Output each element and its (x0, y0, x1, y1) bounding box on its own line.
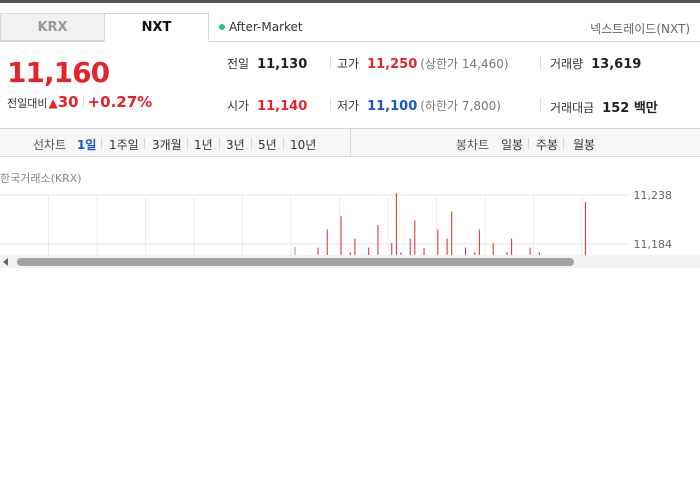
stat-high: 고가 11,250 (상한가 14,460) (337, 55, 509, 72)
period-3m[interactable]: 3개월 (152, 136, 182, 153)
y-tick-label: 11,184 (633, 238, 673, 251)
stat-volume: 거래량 13,619 (550, 55, 641, 72)
period-3y[interactable]: 3년 (226, 136, 245, 153)
stat-label: 거래대금 (550, 101, 595, 115)
period-10y[interactable]: 10년 (290, 136, 316, 153)
stat-prev-close: 전일 11,130 (227, 55, 307, 72)
venue-label: 넥스트레이드(NXT) (590, 22, 690, 36)
stat-value: 152 백만 (602, 101, 658, 116)
line-chart-label: 선차트 (33, 138, 67, 152)
current-price: 11,160 (7, 56, 110, 89)
session-label: After-Market (229, 20, 303, 34)
scrollbar-thumb[interactable] (17, 258, 574, 266)
stat-low: 저가 11,100 (하한가 7,800) (337, 97, 501, 114)
upper-limit: (상한가 14,460) (420, 57, 509, 71)
period-monthly-candle[interactable]: 월봉 (573, 136, 595, 153)
stat-value: 13,619 (591, 57, 642, 72)
period-1d[interactable]: 1일 (77, 136, 96, 153)
period-1w[interactable]: 1주일 (109, 136, 139, 153)
scroll-left-icon[interactable] (3, 258, 8, 266)
stat-value: 11,140 (257, 99, 308, 114)
price-change: 전일대비▲30 +0.27% (7, 93, 152, 111)
status-dot-icon (219, 24, 225, 30)
change-percent: +0.27% (87, 93, 153, 111)
chart-svg (0, 193, 630, 266)
change-label: 전일대비 (7, 97, 48, 110)
y-tick-label: 11,238 (633, 189, 673, 202)
period-1y[interactable]: 1년 (194, 136, 213, 153)
period-5y[interactable]: 5년 (258, 136, 277, 153)
session-indicator: After-Market (219, 20, 303, 34)
stat-value: 11,250 (367, 57, 418, 72)
candle-chart-label: 봉차트 (456, 138, 490, 152)
tab-nxt[interactable]: NXT (104, 13, 209, 41)
stat-value: 11,100 (367, 99, 418, 114)
change-amount: 30 (57, 93, 79, 111)
chart-toolbar: 선차트 1일 1주일 3개월 1년 3년 5년 10년 봉차트 일봉 주봉 월봉 (0, 128, 700, 157)
period-daily-candle[interactable]: 일봉 (501, 136, 523, 153)
stat-label: 시가 (227, 99, 250, 113)
intraday-chart: 11,238 11,184 (0, 185, 700, 266)
stat-label: 전일 (227, 57, 250, 71)
stat-label: 거래량 (550, 57, 584, 71)
exchange-label: 한국거래소(KRX) (0, 172, 82, 185)
stat-label: 저가 (337, 99, 360, 113)
top-border (0, 0, 700, 3)
up-arrow-icon: ▲ (48, 96, 58, 110)
stat-value: 11,130 (257, 57, 308, 72)
chart-scrollbar[interactable] (0, 255, 700, 268)
stat-amount: 거래대금 152 백만 (550, 97, 658, 116)
lower-limit: (하한가 7,800) (420, 99, 501, 113)
tab-krx[interactable]: KRX (0, 13, 105, 41)
chart-grid (0, 194, 630, 255)
stat-open: 시가 11,140 (227, 97, 307, 114)
period-weekly-candle[interactable]: 주봉 (536, 136, 558, 153)
stat-label: 고가 (337, 57, 360, 71)
